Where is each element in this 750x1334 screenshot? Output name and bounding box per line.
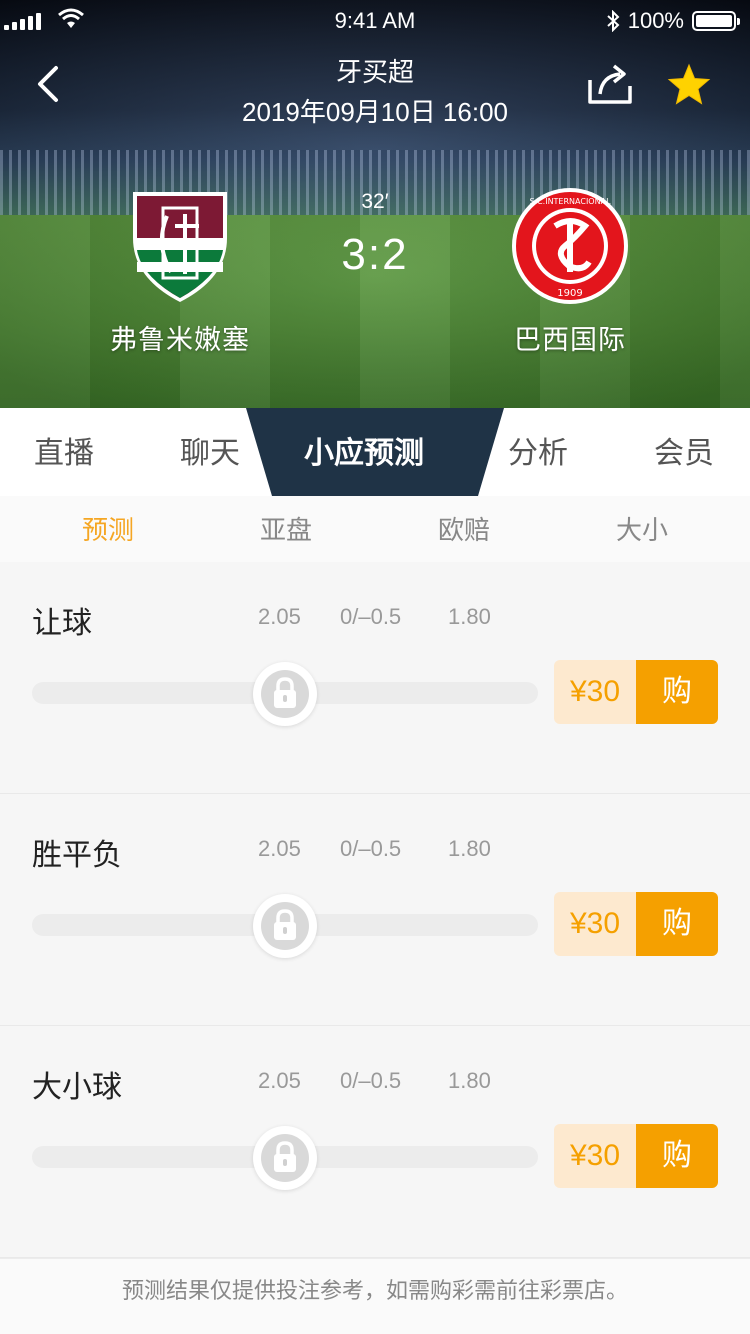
share-button[interactable]: [584, 62, 636, 106]
price-label: ¥30: [554, 660, 636, 724]
battery-icon: [692, 11, 740, 31]
buy-button[interactable]: ¥30 购: [554, 892, 718, 956]
price-label: ¥30: [554, 892, 636, 956]
odd-away: 1.80: [448, 1068, 491, 1093]
away-team-name: 巴西国际: [514, 325, 626, 356]
section-title: 胜平负: [32, 838, 122, 873]
prediction-section-handicap: 让球 2.05 0/–0.5 1.80 ¥30 购: [0, 562, 750, 794]
tab-live[interactable]: 直播: [34, 408, 94, 496]
buy-label: 购: [636, 660, 718, 724]
disclaimer-footer: 预测结果仅提供投注参考，如需购彩需前往彩票店。: [0, 1258, 750, 1334]
subtab-over-under[interactable]: 大小: [572, 510, 712, 547]
match-datetime: 2019年09月10日 16:00: [242, 97, 508, 127]
subtab-euro-odds[interactable]: 欧赔: [394, 510, 534, 547]
odd-away: 1.80: [448, 604, 491, 629]
odd-home: 2.05: [258, 604, 301, 629]
lock-icon[interactable]: [253, 662, 317, 726]
prediction-section-over-under: 大小球 2.05 0/–0.5 1.80 ¥30 购: [0, 1026, 750, 1258]
battery-percent: 100%: [627, 8, 684, 33]
sub-tabs: 预测 亚盘 欧赔 大小: [0, 496, 750, 562]
odd-home: 2.05: [258, 1068, 301, 1093]
internacional-logo-text: S.C.INTERNACIONAL: [529, 197, 611, 206]
status-right: 100%: [606, 8, 740, 34]
section-title: 大小球: [32, 1070, 122, 1105]
away-team[interactable]: S.C.INTERNACIONAL 1909 巴西国际: [440, 186, 700, 357]
disclaimer-text: 预测结果仅提供投注参考，如需购彩需前往彩票店。: [121, 1279, 628, 1304]
lock-icon[interactable]: [253, 1126, 317, 1190]
home-team-name: 弗鲁米嫩塞: [110, 325, 250, 356]
internacional-crest: S.C.INTERNACIONAL 1909: [512, 188, 628, 304]
internacional-logo-year: 1909: [557, 288, 582, 299]
tab-member[interactable]: 会员: [654, 408, 714, 496]
odd-line: 0/–0.5: [340, 1068, 402, 1093]
main-tabs: 直播 聊天 小应预测 分析 会员: [0, 408, 750, 496]
odd-line: 0/–0.5: [340, 836, 402, 861]
subtab-prediction[interactable]: 预测: [38, 510, 178, 547]
buy-button[interactable]: ¥30 购: [554, 660, 718, 724]
odd-line: 0/–0.5: [340, 604, 402, 629]
match-header: 9:41 AM 100% 牙买超 2019年09月10日 16:00 弗鲁米嫩塞…: [0, 0, 750, 410]
buy-button[interactable]: ¥30 购: [554, 1124, 718, 1188]
lock-icon[interactable]: [253, 894, 317, 958]
status-bar: 9:41 AM 100%: [0, 0, 750, 40]
price-label: ¥30: [554, 1124, 636, 1188]
buy-label: 购: [636, 1124, 718, 1188]
bluetooth-icon: [607, 10, 620, 32]
subtab-asian-handicap[interactable]: 亚盘: [216, 510, 356, 547]
tab-prediction[interactable]: 小应预测: [304, 408, 424, 496]
buy-label: 购: [636, 892, 718, 956]
odd-away: 1.80: [448, 836, 491, 861]
league-title: 牙买超: [335, 58, 414, 88]
prediction-section-win-draw-lose: 胜平负 2.05 0/–0.5 1.80 ¥30 购: [0, 794, 750, 1026]
favorite-star-button[interactable]: [666, 62, 712, 108]
tab-analysis[interactable]: 分析: [508, 408, 568, 496]
odd-home: 2.05: [258, 836, 301, 861]
tab-chat[interactable]: 聊天: [180, 408, 240, 496]
section-title: 让球: [32, 606, 92, 641]
